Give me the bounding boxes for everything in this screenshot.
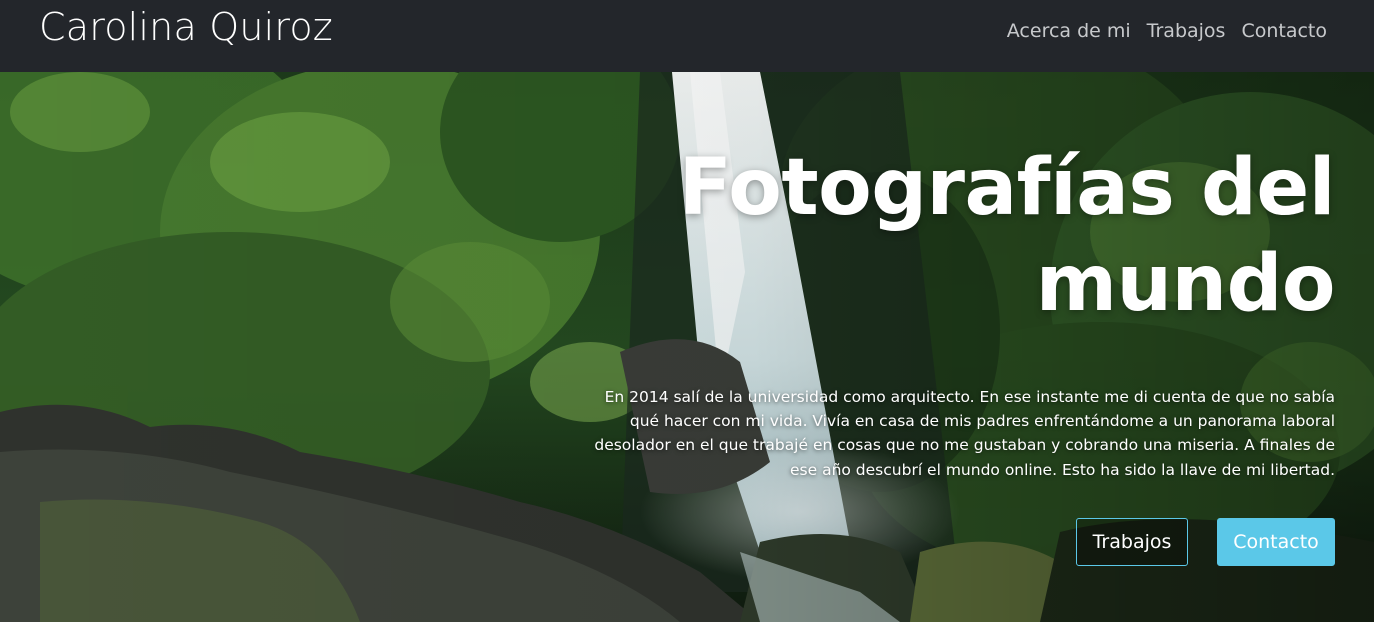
- contacto-button[interactable]: Contacto: [1217, 518, 1335, 566]
- brand-logo-text[interactable]: Carolina Quiroz: [39, 3, 333, 51]
- hero-buttons: Trabajos Contacto: [1076, 518, 1335, 566]
- nav-link-trabajos[interactable]: Trabajos: [1147, 17, 1226, 45]
- nav-links: Acerca de mi Trabajos Contacto: [1007, 17, 1327, 45]
- hero-content: Fotografías del mundo En 2014 salí de la…: [575, 140, 1335, 482]
- trabajos-button[interactable]: Trabajos: [1076, 518, 1188, 566]
- nav-link-contacto[interactable]: Contacto: [1241, 17, 1327, 45]
- hero-description: En 2014 salí de la universidad como arqu…: [594, 388, 1335, 479]
- hero-title-line1: Fotografías del: [678, 143, 1336, 233]
- hero-section: Fotografías del mundo En 2014 salí de la…: [0, 72, 1374, 622]
- top-navbar: Carolina Quiroz Acerca de mi Trabajos Co…: [0, 0, 1374, 72]
- nav-link-acerca[interactable]: Acerca de mi: [1007, 17, 1131, 45]
- hero-title: Fotografías del mundo: [575, 140, 1336, 332]
- hero-title-line2: mundo: [1035, 239, 1336, 329]
